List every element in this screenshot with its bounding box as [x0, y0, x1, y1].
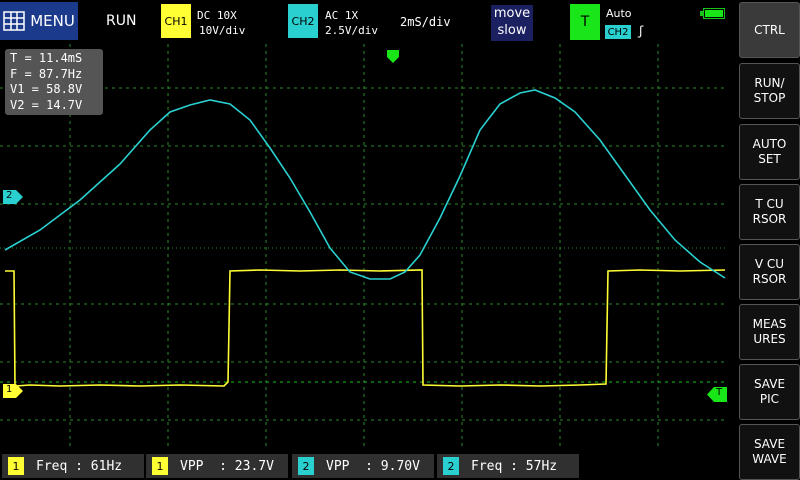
ch1-scale: 10V/div	[199, 24, 246, 37]
measurement-tag: 1	[8, 457, 24, 475]
ch2-marker[interactable]: 2	[3, 190, 23, 204]
measures-button[interactable]: MEAS URES	[739, 304, 800, 360]
move-speed-button[interactable]: move slow	[491, 5, 533, 41]
ch2-marker-label: 2	[6, 190, 13, 201]
measurement-tag: 1	[152, 457, 168, 475]
cursor-v1: V1 = 58.8V	[10, 82, 83, 96]
timebase[interactable]: 2mS/div	[400, 15, 451, 29]
ch2-waveform	[4, 89, 726, 280]
move-label-1: move	[493, 6, 531, 21]
ch1-waveform	[5, 269, 726, 387]
top-status-bar: MENU RUN CH1 DC 10X 10V/div CH2 AC 1X 2.…	[0, 0, 734, 44]
measurement-text: Freq : 61Hz	[36, 458, 123, 474]
measurement-bar: 1 Freq : 61Hz 1 VPP : 23.7V 2 VPP : 9.70…	[0, 452, 734, 480]
run-state: RUN	[106, 13, 137, 29]
battery-icon	[700, 8, 725, 19]
ctrl-button[interactable]: CTRL	[739, 2, 800, 58]
ch1-marker-label: 1	[6, 384, 13, 395]
save-wave-button[interactable]: SAVE WAVE	[739, 424, 800, 480]
ch1-coupling: DC 10X	[197, 9, 237, 22]
measurement-ch1-vpp[interactable]: 1 VPP : 23.7V	[146, 454, 288, 478]
trigger-level-marker[interactable]: T	[707, 387, 727, 402]
cursor-period: T = 11.4mS	[10, 51, 83, 65]
move-label-2: slow	[497, 23, 527, 38]
trigger-marker-label: T	[716, 387, 723, 398]
save-pic-button[interactable]: SAVE PIC	[739, 364, 800, 420]
rising-edge-icon: ʃ	[637, 24, 645, 38]
t-cursor-button[interactable]: T CU RSOR	[739, 184, 800, 240]
measurement-text: Freq : 57Hz	[471, 458, 558, 474]
measurement-tag: 2	[443, 457, 459, 475]
ch1-badge[interactable]: CH1	[161, 4, 191, 38]
grid	[0, 44, 725, 450]
measurement-ch2-freq[interactable]: 2 Freq : 57Hz	[437, 454, 579, 478]
cursor-v2: V2 = 14.7V	[10, 97, 83, 112]
cursor-info-panel: T = 11.4mS F = 87.7Hz V1 = 58.8V V2 = 14…	[5, 49, 103, 115]
measurement-ch2-vpp[interactable]: 2 VPP : 9.70V	[292, 454, 434, 478]
sidebar: CTRL RUN/ STOP AUTO SET T CU RSOR V CU R…	[737, 0, 800, 480]
ch2-badge[interactable]: CH2	[288, 4, 318, 38]
menu-label: MENU	[30, 12, 75, 30]
menu-grid-icon	[3, 11, 25, 31]
menu-button[interactable]: MENU	[0, 2, 78, 40]
run-stop-button[interactable]: RUN/ STOP	[739, 63, 800, 119]
scope-display	[0, 44, 726, 450]
measurement-text: VPP : 9.70V	[326, 458, 420, 474]
v-cursor-button[interactable]: V CU RSOR	[739, 244, 800, 300]
measurement-ch1-freq[interactable]: 1 Freq : 61Hz	[2, 454, 144, 478]
ch2-scale: 2.5V/div	[325, 24, 378, 37]
trigger-position-icon	[387, 50, 399, 63]
measurement-tag: 2	[298, 457, 314, 475]
trigger-source: CH2	[605, 25, 631, 39]
trigger-badge[interactable]: T	[570, 4, 600, 40]
trigger-mode: Auto	[606, 7, 632, 20]
ch2-coupling: AC 1X	[325, 9, 359, 22]
auto-set-button[interactable]: AUTO SET	[739, 124, 800, 180]
measurement-text: VPP : 23.7V	[180, 458, 274, 474]
cursor-frequency: F = 87.7Hz	[10, 66, 83, 81]
ch1-marker[interactable]: 1	[3, 384, 23, 398]
